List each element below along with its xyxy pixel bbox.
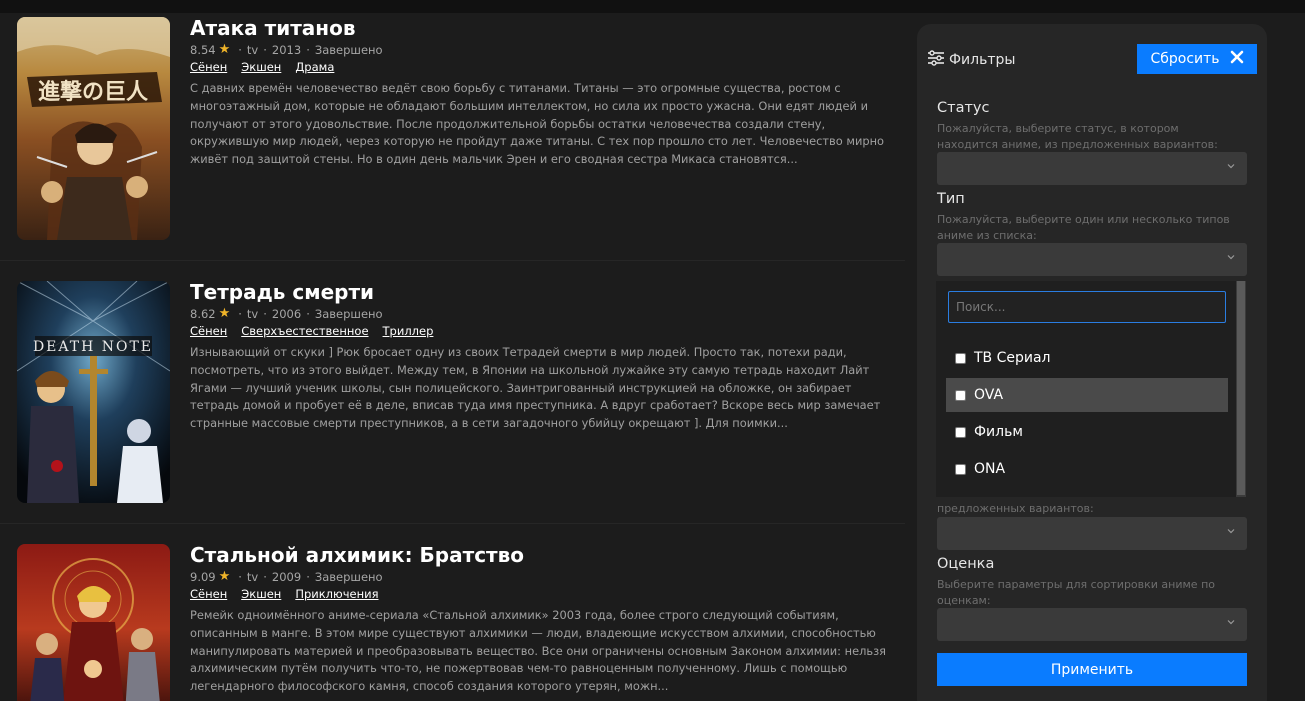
chevron-down-icon	[1227, 529, 1235, 534]
dot-separator: ·	[238, 570, 242, 584]
genre-link[interactable]: Экшен	[241, 586, 281, 602]
dropdown-search-input[interactable]	[948, 291, 1226, 323]
svg-text:DEATH NOTE: DEATH NOTE	[33, 339, 153, 355]
reset-button[interactable]: Сбросить	[1137, 44, 1257, 74]
anime-title[interactable]: Тетрадь смерти	[190, 280, 890, 304]
anime-type: tv	[246, 43, 259, 57]
dropdown-option[interactable]: ТВ Сериал	[946, 341, 1228, 375]
anime-description: Ремейк одноимённого аниме-сериала «Сталь…	[190, 608, 886, 694]
close-icon	[1230, 50, 1244, 68]
top-bar	[0, 0, 1305, 13]
dropdown-option[interactable]: Фильм	[946, 415, 1228, 449]
anime-poster[interactable]: DEATH NOTE	[17, 281, 170, 503]
genre-links: Сёнен Сверхъестественное Триллер	[190, 323, 890, 339]
anime-type: tv	[246, 307, 259, 321]
genre-link[interactable]: Драма	[295, 59, 334, 75]
hidden-filter-hint: предложенных вариантов:	[937, 502, 1094, 515]
chevron-down-icon	[1227, 164, 1235, 169]
genre-link[interactable]: Сёнен	[190, 323, 227, 339]
star-icon: ★	[218, 306, 231, 321]
rating-value: 8.62	[190, 307, 216, 321]
dot-separator: ·	[238, 307, 242, 321]
anime-year: 2006	[271, 307, 302, 321]
checkbox[interactable]	[955, 389, 966, 401]
dot-separator: ·	[238, 43, 242, 57]
filters-title: Фильтры	[949, 52, 1016, 68]
scrollbar-thumb[interactable]	[1237, 281, 1245, 495]
reset-label: Сбросить	[1150, 51, 1220, 67]
anime-status: Завершено	[314, 307, 383, 321]
dot-separator: ·	[263, 570, 267, 584]
status-hint: Пожалуйста, выберите статус, в котором н…	[937, 122, 1218, 151]
anime-card[interactable]: 進撃の巨人 Атака титанов 8.54 ★ · tv · 2013 ·…	[0, 13, 905, 261]
anime-poster[interactable]	[17, 544, 170, 701]
hidden-filter-select[interactable]	[937, 517, 1247, 550]
option-label: OVA	[974, 387, 1004, 403]
anime-status: Завершено	[314, 43, 383, 57]
dot-separator: ·	[263, 43, 267, 57]
type-dropdown: ТВ Сериал OVA Фильм ONA	[936, 281, 1246, 497]
status-select[interactable]	[937, 152, 1247, 185]
anime-year: 2013	[271, 43, 302, 57]
anime-card[interactable]: Стальной алхимик: Братство 9.09 ★ · tv ·…	[0, 524, 905, 701]
option-label: ONA	[974, 461, 1006, 477]
anime-info: Атака титанов 8.54 ★ · tv · 2013 · Завер…	[190, 16, 890, 169]
rating-value: 8.54	[190, 43, 216, 57]
anime-info: Стальной алхимик: Братство 9.09 ★ · tv ·…	[190, 543, 890, 696]
anime-poster[interactable]: 進撃の巨人	[17, 17, 170, 240]
dot-separator: ·	[263, 307, 267, 321]
filters-header: Фильтры	[927, 50, 1015, 70]
dot-separator: ·	[306, 43, 310, 57]
rating-label: Оценка	[937, 556, 995, 572]
genre-link[interactable]: Сёнен	[190, 59, 227, 75]
anime-year: 2009	[271, 570, 302, 584]
checkbox[interactable]	[955, 463, 966, 475]
type-hint: Пожалуйста, выберите один или несколько …	[937, 213, 1230, 242]
star-icon: ★	[218, 42, 231, 57]
anime-title[interactable]: Атака титанов	[190, 16, 890, 40]
anime-description: С давних времён человечество ведёт свою …	[190, 81, 884, 167]
checkbox[interactable]	[955, 352, 966, 364]
rating-hint: Выберите параметры для сортировки аниме …	[937, 578, 1215, 607]
anime-status: Завершено	[314, 570, 383, 584]
anime-info: Тетрадь смерти 8.62 ★ · tv · 2006 · Заве…	[190, 280, 890, 433]
option-label: ТВ Сериал	[974, 350, 1051, 366]
chevron-down-icon	[1227, 255, 1235, 260]
dropdown-option[interactable]: ONA	[946, 452, 1228, 486]
apply-button[interactable]: Применить	[937, 653, 1247, 686]
checkbox[interactable]	[955, 426, 966, 438]
genre-link[interactable]: Экшен	[241, 59, 281, 75]
anime-meta: 8.62 ★ · tv · 2006 · Завершено	[190, 306, 890, 322]
genre-link[interactable]: Приключения	[295, 586, 378, 602]
genre-link[interactable]: Сверхъестественное	[241, 323, 368, 339]
star-icon: ★	[218, 569, 231, 584]
svg-text:進撃の巨人: 進撃の巨人	[38, 79, 148, 105]
anime-list: 進撃の巨人 Атака титанов 8.54 ★ · tv · 2013 ·…	[0, 13, 905, 701]
chevron-down-icon	[1227, 620, 1235, 625]
dropdown-option[interactable]: OVA	[946, 378, 1228, 412]
type-select[interactable]	[937, 243, 1247, 276]
anime-meta: 9.09 ★ · tv · 2009 · Завершено	[190, 569, 890, 585]
anime-description: Изнывающий от скуки ] Рюк бросает одну и…	[190, 345, 881, 431]
type-label: Тип	[937, 191, 965, 207]
rating-select[interactable]	[937, 608, 1247, 641]
anime-title[interactable]: Стальной алхимик: Братство	[190, 543, 890, 567]
genre-link[interactable]: Сёнен	[190, 586, 227, 602]
anime-meta: 8.54 ★ · tv · 2013 · Завершено	[190, 42, 890, 58]
sliders-icon	[927, 50, 945, 70]
genre-link[interactable]: Триллер	[383, 323, 434, 339]
scrollbar[interactable]	[1236, 281, 1246, 497]
genre-links: Сёнен Экшен Драма	[190, 59, 890, 75]
genre-links: Сёнен Экшен Приключения	[190, 586, 890, 602]
dot-separator: ·	[306, 307, 310, 321]
status-label: Статус	[937, 100, 990, 116]
anime-card[interactable]: DEATH NOTE Тетрадь смерти 8.62 ★ · tv · …	[0, 261, 905, 524]
anime-type: tv	[246, 570, 259, 584]
rating-value: 9.09	[190, 570, 216, 584]
dot-separator: ·	[306, 570, 310, 584]
option-label: Фильм	[974, 424, 1023, 440]
